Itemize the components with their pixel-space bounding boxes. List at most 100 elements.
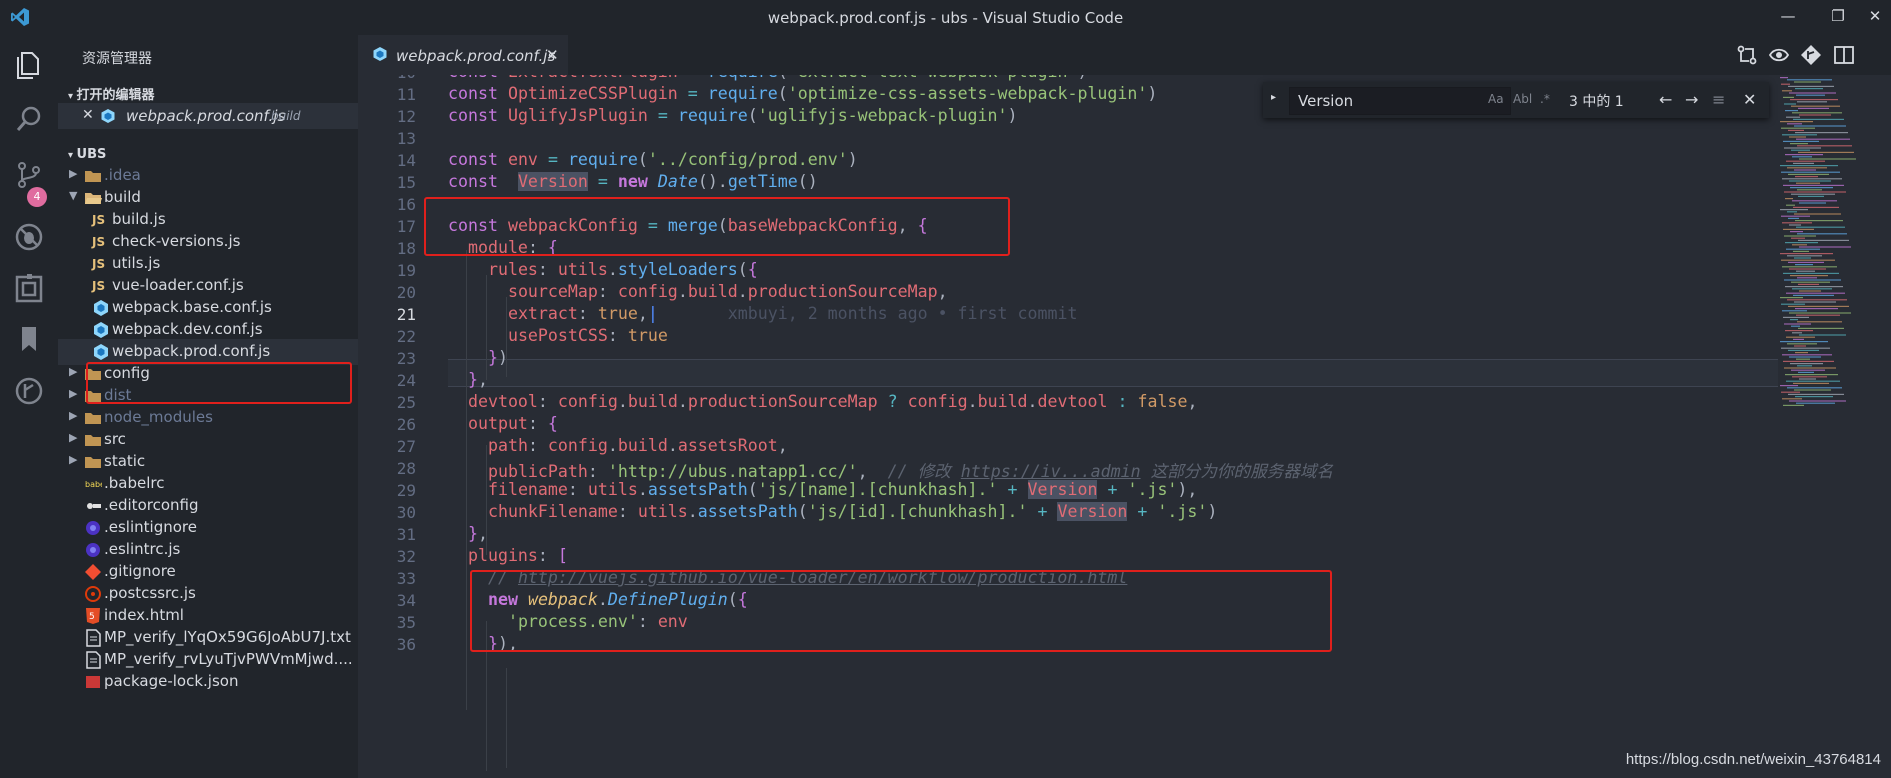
close-window-button[interactable]: ✕ [1860,7,1890,29]
minimap-line [1780,209,1808,211]
git-blame-annotation: xmbuyi, 2 months ago • first commit [727,304,1078,323]
explorer-sidebar: 资源管理器 ▾ 打开的编辑器 ✕ webpack.prod.conf.js bu… [58,35,358,778]
chevron-right-icon[interactable]: ▶ [69,431,77,444]
line-number: 22 [396,327,416,346]
compare-changes-icon[interactable] [1736,44,1758,66]
match-word-button[interactable]: Abl [1513,92,1532,106]
minimap-line [1798,195,1824,197]
minimap-line [1787,299,1847,301]
minimap-line [1782,266,1837,268]
minimap-line [1794,301,1836,303]
tree-item-label: webpack.base.conf.js [112,298,272,316]
minimap-line [1782,398,1802,400]
find-in-selection-button[interactable]: ≡ [1712,90,1725,109]
minimap-line [1785,374,1838,376]
tree-item-label: build.js [112,210,166,228]
minimap-line [1793,118,1844,120]
chevron-right-icon[interactable]: ▶ [69,167,77,180]
tree-item-label: index.html [104,606,184,624]
search-icon[interactable] [13,103,45,135]
minimap-line [1793,206,1839,208]
restore-button[interactable]: ❐ [1823,7,1853,29]
minimap-line [1783,360,1834,362]
bookmarks-icon[interactable] [13,323,45,355]
line-number: 27 [396,437,416,456]
line-number: 10 [358,75,416,82]
minimap-line [1796,402,1835,404]
minimap-line [1781,391,1800,393]
close-editor-icon[interactable]: ✕ [82,107,94,123]
explorer-title: 资源管理器 [82,51,152,67]
minimize-button[interactable]: — [1773,7,1803,29]
regex-button[interactable]: .* [1540,92,1550,106]
toggle-replace-icon[interactable]: ▸ [1271,92,1276,103]
minimap-line [1787,387,1842,389]
minimap-line [1789,92,1836,94]
chevron-down-icon[interactable]: ▼ [69,189,77,202]
minimap-line [1796,270,1815,272]
minimap-line [1797,277,1817,279]
minimap-line [1794,81,1821,83]
chevron-right-icon[interactable]: ▶ [69,453,77,466]
git-compare-icon[interactable] [1800,44,1822,66]
extensions-icon[interactable] [13,273,45,305]
tab-webpack-prod-conf[interactable]: webpack.prod.conf.js ✕ [358,35,568,75]
minimap-line [1794,257,1811,259]
minimap-line [1798,283,1819,285]
minimap-line [1789,180,1831,182]
minimap-line [1791,149,1810,151]
files-icon[interactable] [13,49,45,81]
minimap-line [1795,88,1823,90]
open-editors-header[interactable]: ▾ 打开的编辑器 [68,84,155,103]
minimap-line [1799,114,1831,116]
tree-item-label: .idea [104,166,141,184]
minimap-line [1797,365,1812,367]
chevron-right-icon[interactable]: ▶ [69,365,77,378]
minimap-line [1788,261,1824,263]
split-editor-icon[interactable] [1833,44,1855,66]
minimap-line [1789,312,1851,314]
minimap-line [1790,319,1798,321]
minimap-line [1793,294,1834,296]
git-graph-icon[interactable] [13,375,45,407]
debug-icon[interactable] [13,221,45,253]
minimap-line [1787,123,1802,125]
folder-icon [84,167,102,185]
project-header[interactable]: ▾ UBS [68,147,106,162]
chevron-right-icon[interactable]: ▶ [69,409,77,422]
git-lens-icon[interactable] [1768,44,1790,66]
code-line: const Version = new Date().getTime() [448,172,818,191]
minimap[interactable] [1780,75,1880,415]
next-match-button[interactable]: → [1685,90,1698,109]
code-editor[interactable]: 10 11 12 13 14 15 16 17 18 19 20 21 22 23 24 25 26 27 28 29… [358,75,1891,778]
previous-match-button[interactable]: ← [1659,90,1672,109]
find-input[interactable]: Version [1289,87,1511,115]
close-find-button[interactable]: ✕ [1743,90,1756,109]
minimap-line [1791,193,1835,195]
line-number-gutter: 10 11 12 13 14 15 16 17 18 19 20 21 22 23 24 25 26 27 28 29… [358,75,418,778]
minimap-line [1782,310,1807,312]
minimap-line [1783,272,1839,274]
minimap-line [1783,96,1794,98]
minimap-line [1787,211,1797,213]
minimap-line [1780,165,1838,167]
line-number: 19 [396,261,416,280]
chevron-right-icon[interactable]: ▶ [69,387,77,400]
minimap-line [1798,371,1814,373]
line-number: 20 [396,283,416,302]
title-bar: webpack.prod.conf.js - ubs - Visual Stud… [0,0,1891,35]
activity-bar: 4 [0,35,58,778]
tab-close-icon[interactable]: ✕ [546,46,559,64]
minimap-line [1788,217,1799,219]
source-control-icon[interactable] [13,159,45,191]
open-editor-item[interactable]: ✕ webpack.prod.conf.js build [58,103,358,129]
match-case-button[interactable]: Aa [1488,92,1504,106]
minimap-line [1791,237,1805,239]
tree-item[interactable]: package-lock.json [58,669,358,695]
minimap-line [1788,305,1849,307]
open-editors-label: 打开的编辑器 [76,88,155,103]
minimap-line [1797,189,1822,191]
minimap-line [1782,134,1817,136]
folder-icon [84,431,102,449]
webpack-file-icon [92,299,110,317]
